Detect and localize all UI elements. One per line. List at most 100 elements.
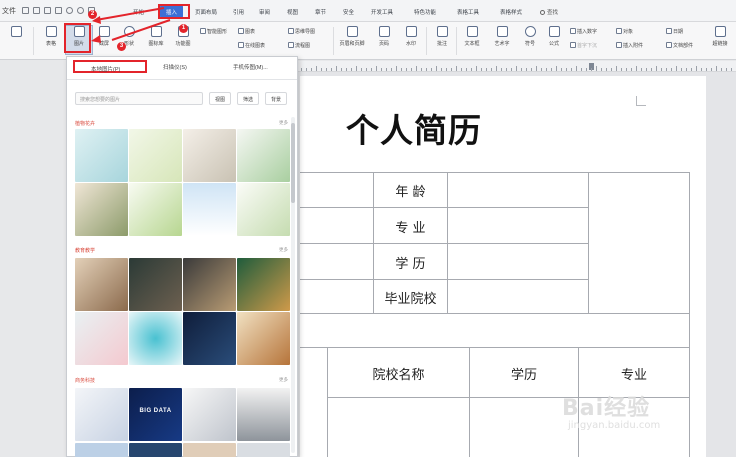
ruler-tick — [556, 66, 557, 71]
formula-button[interactable]: 公式 — [540, 26, 568, 47]
ruler-tick — [401, 68, 402, 71]
picture-thumbnail[interactable] — [183, 443, 236, 457]
panel-scrollbar[interactable] — [291, 117, 295, 453]
tab-developer[interactable]: 开发工具 — [371, 8, 393, 16]
scrollbar-thumb[interactable] — [291, 123, 295, 203]
tab-scanner[interactable]: 扫描仪(S) — [163, 63, 187, 71]
picture-thumbnail[interactable] — [75, 129, 128, 182]
screenshot-button[interactable]: 截屏 — [90, 26, 118, 47]
chart-button[interactable]: 图表 — [238, 28, 255, 35]
comment-button[interactable]: 批注 — [428, 26, 456, 47]
save-icon[interactable] — [22, 7, 29, 14]
filter-button[interactable]: 筛选 — [237, 92, 260, 105]
insert-picture-panel: 本地图片(P) 扫描仪(S) 手机传图(M)... 搜索您想要的图片 视图 筛选… — [66, 56, 298, 457]
object-button[interactable]: 对象 — [616, 28, 633, 35]
flowchart-button[interactable]: 流程图 — [288, 42, 310, 49]
search-icon — [540, 10, 545, 15]
picture-thumbnail[interactable] — [129, 129, 182, 182]
picture-thumbnail[interactable] — [129, 443, 182, 457]
ruler-tick — [576, 66, 577, 71]
picture-thumbnail[interactable] — [237, 129, 290, 182]
big-data-thumbnail[interactable]: BIG DATA — [129, 388, 182, 441]
tab-local-picture[interactable]: 本地图片(P) — [73, 60, 147, 73]
tab-page-layout[interactable]: 页面布局 — [195, 8, 217, 16]
horizontal-ruler[interactable] — [296, 61, 736, 72]
picture-thumbnail[interactable] — [183, 312, 236, 365]
ruler-tick — [551, 68, 552, 71]
picture-thumbnail[interactable] — [75, 312, 128, 365]
more-business-link[interactable]: 更多 — [279, 377, 288, 383]
tab-section[interactable]: 章节 — [315, 8, 326, 16]
tab-phone-upload[interactable]: 手机传图(M)... — [233, 63, 268, 71]
mind-map-button[interactable]: 思维导图 — [288, 28, 315, 35]
document-parts-button[interactable]: 文档部件 — [666, 42, 693, 49]
picture-thumbnail[interactable] — [75, 388, 128, 441]
picture-thumbnail[interactable] — [237, 258, 290, 311]
print-icon[interactable] — [44, 7, 51, 14]
picture-thumbnail[interactable] — [129, 312, 182, 365]
file-menu[interactable]: 文件 — [2, 6, 16, 16]
insert-tab-highlight — [158, 4, 190, 19]
picture-thumbnail[interactable] — [129, 258, 182, 311]
more-plants-link[interactable]: 更多 — [279, 120, 288, 126]
textbox-button[interactable]: 文本框 — [458, 26, 486, 47]
export-icon[interactable] — [33, 7, 40, 14]
tab-home[interactable]: 开始 — [133, 8, 144, 16]
ruler-tick — [501, 68, 502, 71]
step-1-badge: 1 — [179, 24, 188, 33]
tab-features[interactable]: 特色功能 — [414, 8, 436, 16]
ruler-tick — [301, 68, 302, 71]
picture-thumbnail[interactable] — [75, 258, 128, 311]
section-plants-flowers: 植物花卉 — [75, 121, 96, 127]
picture-thumbnail[interactable] — [75, 443, 128, 457]
tab-security[interactable]: 安全 — [343, 8, 354, 16]
page-number-icon — [378, 26, 390, 37]
picture-thumbnail[interactable] — [75, 183, 128, 236]
picture-thumbnail[interactable] — [183, 183, 236, 236]
picture-thumbnail[interactable] — [183, 388, 236, 441]
picture-thumbnail[interactable] — [183, 258, 236, 311]
page-number-button[interactable]: 页码 — [370, 26, 398, 47]
date-button[interactable]: 日期 — [666, 28, 683, 35]
ruler-tick — [681, 68, 682, 71]
header-footer-icon — [346, 26, 358, 37]
picture-thumbnail[interactable] — [237, 312, 290, 365]
picture-search-input[interactable]: 搜索您想要的图片 — [75, 92, 203, 105]
attachment-button[interactable]: 插入附件 — [616, 42, 643, 49]
header-footer-button[interactable]: 页眉和页脚 — [338, 26, 366, 47]
new-page-button[interactable] — [2, 26, 30, 40]
smart-graphic-button[interactable]: 智能图形 — [200, 28, 227, 35]
word-art-button[interactable]: 艺术字 — [488, 26, 516, 47]
picture-thumbnail[interactable] — [237, 443, 290, 457]
first-letter-button[interactable]: 首字下沉 — [570, 42, 597, 49]
table-button[interactable]: 表格 — [37, 26, 65, 47]
view-button[interactable]: 视图 — [209, 92, 232, 105]
cell-major-label: 专 业 — [395, 221, 426, 236]
ruler-tick — [486, 68, 487, 71]
online-chart-button[interactable]: 在线图表 — [238, 42, 265, 49]
tab-review[interactable]: 审阅 — [259, 8, 270, 16]
more-education-link[interactable]: 更多 — [279, 247, 288, 253]
ruler-tick — [451, 68, 452, 71]
cell-major-header: 专业 — [620, 368, 647, 383]
undo-icon[interactable] — [66, 7, 73, 14]
picture-thumbnail[interactable] — [183, 129, 236, 182]
picture-thumbnail[interactable] — [237, 388, 290, 441]
tab-references[interactable]: 引用 — [233, 8, 244, 16]
picture-thumbnail[interactable] — [237, 183, 290, 236]
ruler-tick — [441, 68, 442, 71]
tab-view[interactable]: 视图 — [287, 8, 298, 16]
icon-library-button[interactable]: 图标库 — [142, 26, 170, 47]
picture-thumbnail[interactable] — [129, 183, 182, 236]
preview-icon[interactable] — [55, 7, 62, 14]
first-letter-icon — [570, 42, 576, 48]
watermark-button[interactable]: 水印 — [397, 26, 425, 47]
tab-table-style[interactable]: 表格样式 — [500, 8, 522, 16]
insert-number-button[interactable]: 插入数字 — [570, 28, 597, 35]
hyperlink-button[interactable]: 超链接 — [706, 26, 734, 47]
background-button[interactable]: 背景 — [265, 92, 288, 105]
search-command[interactable]: 查找 — [540, 8, 558, 16]
tab-table-tools[interactable]: 表格工具 — [457, 8, 479, 16]
redo-icon[interactable] — [77, 7, 84, 14]
ruler-tick — [356, 66, 357, 71]
